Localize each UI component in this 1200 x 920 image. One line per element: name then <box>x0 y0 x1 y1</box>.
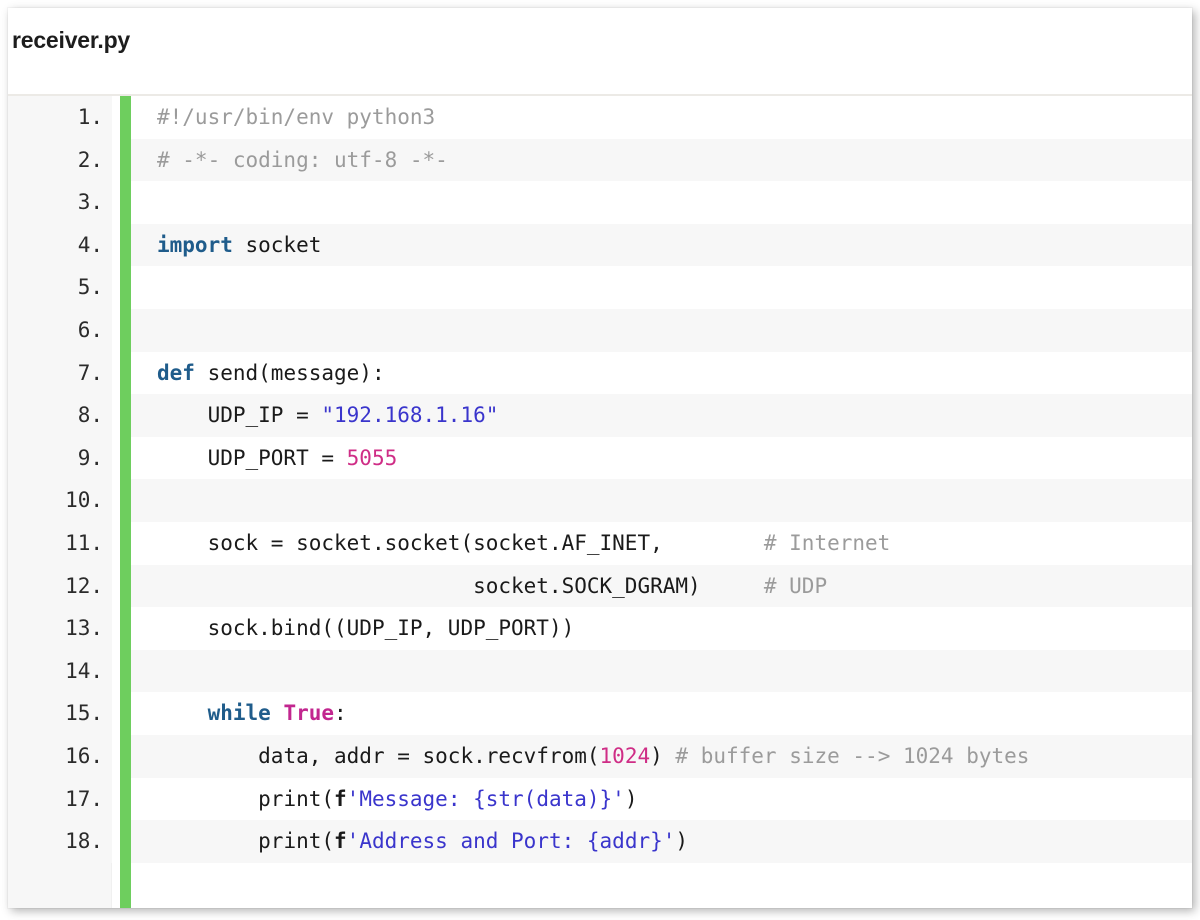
line-number: 18. <box>8 820 112 863</box>
line-number: 14. <box>8 649 112 693</box>
token-com: # -*- coding: utf-8 -*- <box>157 147 448 172</box>
token-pln: print( <box>157 829 335 854</box>
token-pln: socket <box>232 232 322 257</box>
token-pln: socket.SOCK_DGRAM) <box>157 573 764 598</box>
line-number: 8. <box>8 394 112 437</box>
code-line: 11. sock = socket.socket(socket.AF_INET,… <box>8 521 1192 565</box>
token-str: 'Message: {str(data)}' <box>346 786 625 811</box>
code-line: 8. UDP_IP = "192.168.1.16" <box>8 394 1192 437</box>
token-pln: data, addr = sock.recvfrom( <box>157 743 600 768</box>
line-content[interactable]: sock.bind((UDP_IP, UDP_PORT)) <box>131 607 1192 650</box>
code-block[interactable]: 1. #!/usr/bin/env python3 2. # -*- coding: … <box>8 96 1192 908</box>
line-number: 6. <box>8 308 112 352</box>
line-content[interactable]: ​ <box>131 649 1192 693</box>
line-content[interactable]: while True: <box>131 692 1192 735</box>
line-content[interactable]: # -*- coding: utf-8 -*- <box>131 138 1192 182</box>
token-pln: ) <box>624 786 638 811</box>
token-pln: print( <box>157 786 335 811</box>
token-com: # UDP <box>763 573 828 598</box>
token-pln: send(message): <box>194 360 385 385</box>
code-line: 15. while True: <box>8 692 1192 735</box>
token-kw: while <box>207 701 271 726</box>
code-line: 5. ​ <box>8 266 1192 309</box>
line-content[interactable]: data, addr = sock.recvfrom(1024) # buffe… <box>131 734 1192 778</box>
line-content[interactable]: def send(message): <box>131 351 1192 395</box>
code-line: 9. UDP_PORT = 5055 <box>8 436 1192 480</box>
code-line: 7. def send(message): <box>8 351 1192 395</box>
code-line: 17. print(f'Message: {str(data)}') <box>8 777 1192 821</box>
line-number: 4. <box>8 223 112 267</box>
line-number: 17. <box>8 777 112 821</box>
token-str: 'Address and Port: {addr}' <box>346 829 676 854</box>
token-pln <box>271 701 284 725</box>
file-header: receiver.py <box>8 8 1192 96</box>
code-line: 2. # -*- coding: utf-8 -*- <box>8 138 1192 182</box>
token-pln: ) <box>675 829 689 854</box>
line-content[interactable]: print(f'Address and Port: {addr}') <box>131 820 1192 863</box>
line-number: 12. <box>8 564 112 608</box>
code-line: 1. #!/usr/bin/env python3 <box>8 96 1192 139</box>
line-number: 9. <box>8 436 112 480</box>
code-line: 3. ​ <box>8 181 1192 224</box>
token-pln: sock.bind((UDP_IP, UDP_PORT)) <box>157 616 575 641</box>
line-number: 15. <box>8 692 112 735</box>
line-content[interactable]: ​ <box>131 308 1192 352</box>
line-content[interactable]: UDP_PORT = 5055 <box>131 436 1192 480</box>
code-line: 4. import socket <box>8 223 1192 267</box>
token-pln: : <box>334 701 347 726</box>
code-viewer-card: receiver.py 1. #!/usr/bin/env python3 2. # … <box>8 8 1192 908</box>
line-number: 16. <box>8 734 112 778</box>
line-number: 7. <box>8 351 112 395</box>
code-lines: 1. #!/usr/bin/env python3 2. # -*- coding: … <box>8 96 1192 863</box>
line-content[interactable]: print(f'Message: {str(data)}') <box>131 777 1192 821</box>
line-number: 11. <box>8 521 112 565</box>
token-pln: UDP_IP = <box>157 403 322 428</box>
token-pln <box>157 701 208 725</box>
code-line: 18. print(f'Address and Port: {addr}') <box>8 820 1192 863</box>
token-num: 5055 <box>346 445 398 470</box>
line-number: 13. <box>8 607 112 650</box>
line-content[interactable]: socket.SOCK_DGRAM) # UDP <box>131 564 1192 608</box>
token-kw: def <box>157 360 195 385</box>
line-content[interactable]: UDP_IP = "192.168.1.16" <box>131 394 1192 437</box>
token-com: # Internet <box>763 530 891 555</box>
code-line: 12. socket.SOCK_DGRAM) # UDP <box>8 564 1192 608</box>
token-num: 1024 <box>599 743 651 768</box>
token-kw: import <box>157 232 233 257</box>
line-content[interactable]: import socket <box>131 223 1192 267</box>
token-fpx: f <box>334 786 347 811</box>
code-line: 13. sock.bind((UDP_IP, UDP_PORT)) <box>8 607 1192 650</box>
code-line: 6. ​ <box>8 308 1192 352</box>
page-title: receiver.py <box>12 27 131 53</box>
token-str: "192.168.1.16" <box>321 403 499 428</box>
line-number: 2. <box>8 138 112 182</box>
token-pln: sock = socket.socket(socket.AF_INET, <box>157 530 764 555</box>
line-number: 1. <box>8 96 112 139</box>
line-number: 3. <box>8 181 112 224</box>
line-number: 5. <box>8 266 112 309</box>
token-fpx: f <box>334 829 347 854</box>
code-line: 10. ​ <box>8 479 1192 522</box>
token-kw2: True <box>283 701 335 726</box>
code-line: 16. data, addr = sock.recvfrom(1024) # b… <box>8 734 1192 778</box>
line-content[interactable]: sock = socket.socket(socket.AF_INET, # I… <box>131 521 1192 565</box>
token-com: # buffer size --> 1024 bytes <box>675 743 1030 768</box>
line-content[interactable]: #!/usr/bin/env python3 <box>131 96 1192 139</box>
green-accent-bar <box>120 96 131 908</box>
line-content[interactable]: ​ <box>131 266 1192 309</box>
token-com: #!/usr/bin/env python3 <box>157 105 436 129</box>
code-line: 14. ​ <box>8 649 1192 693</box>
token-pln: ) <box>650 743 676 768</box>
line-number: 10. <box>8 479 112 522</box>
token-pln: UDP_PORT = <box>157 445 347 470</box>
line-content[interactable]: ​ <box>131 181 1192 224</box>
line-content[interactable]: ​ <box>131 479 1192 522</box>
